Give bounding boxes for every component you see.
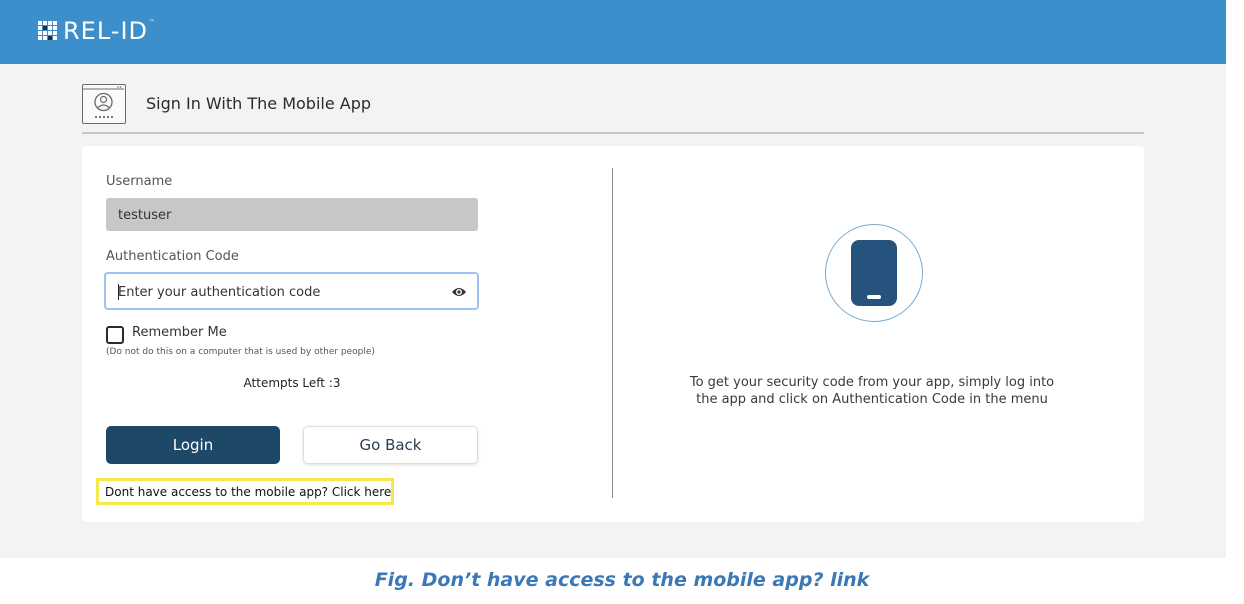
text-caret xyxy=(118,284,119,300)
page-header: Sign In With The Mobile App xyxy=(82,84,1144,134)
no-access-link[interactable]: Dont have access to the mobile app? Clic… xyxy=(96,478,394,505)
username-field[interactable]: testuser xyxy=(106,198,478,231)
logo-text: REL-ID xyxy=(63,17,149,45)
vertical-divider xyxy=(612,168,613,498)
instructions-line-1: To get your security code from your app,… xyxy=(689,375,1055,390)
phone-circle xyxy=(825,224,923,322)
auth-code-label: Authentication Code xyxy=(106,249,239,264)
go-back-button[interactable]: Go Back xyxy=(303,426,478,464)
user-badge-icon xyxy=(82,84,126,124)
content-area: Sign In With The Mobile App Username tes… xyxy=(0,64,1226,558)
page-title: Sign In With The Mobile App xyxy=(146,94,372,113)
eye-icon[interactable] xyxy=(451,284,467,298)
remember-me-hint: (Do not do this on a computer that is us… xyxy=(106,347,375,357)
mobile-phone-icon xyxy=(851,240,897,306)
phone-home-bar xyxy=(867,295,881,299)
figure-caption: Fig. Don’t have access to the mobile app… xyxy=(374,569,870,591)
attempts-left: Attempts Left :3 xyxy=(243,376,341,390)
logo-trademark: ™ xyxy=(149,19,156,26)
remember-me-checkbox[interactable] xyxy=(106,326,124,344)
auth-code-input[interactable] xyxy=(118,283,438,301)
remember-me-label[interactable]: Remember Me xyxy=(132,325,227,340)
username-label: Username xyxy=(106,174,173,189)
instructions-text: To get your security code from your app,… xyxy=(662,374,1082,408)
auth-code-field-wrapper xyxy=(104,272,479,310)
logo-mark-icon xyxy=(38,21,58,41)
login-button[interactable]: Login xyxy=(106,426,280,464)
top-bar: REL-ID ™ xyxy=(0,0,1226,64)
rel-id-logo[interactable]: REL-ID ™ xyxy=(38,19,155,43)
instructions-line-2: the app and click on Authentication Code… xyxy=(696,392,1048,407)
sign-in-card: Username testuser Authentication Code Re… xyxy=(82,146,1144,522)
page: REL-ID ™ Sign In With The Mobile App Use… xyxy=(0,0,1244,604)
